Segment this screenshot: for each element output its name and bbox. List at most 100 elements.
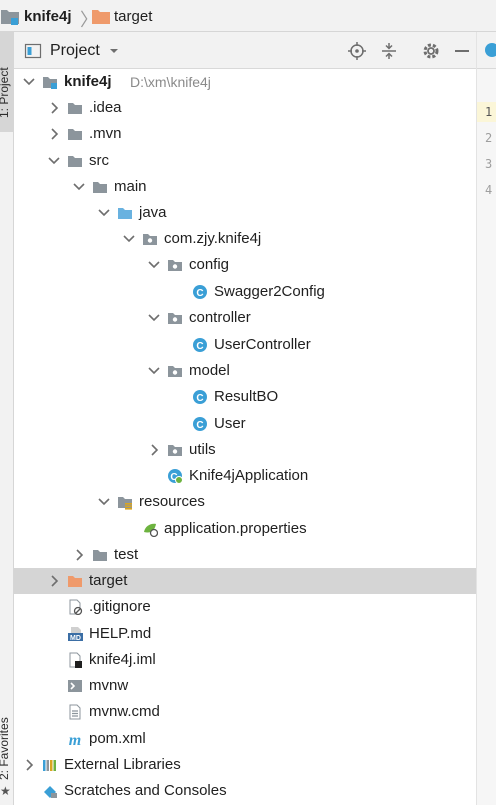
tree-row[interactable]: mvnw (14, 673, 476, 699)
chevron-down-icon[interactable] (22, 74, 36, 90)
tree-row[interactable]: m pom.xml (14, 726, 476, 752)
tree-row[interactable]: C Swagger2Config (14, 279, 476, 305)
chevron-right-icon[interactable] (47, 100, 61, 116)
tree-row[interactable]: C UserController (14, 332, 476, 358)
chevron-down-icon[interactable] (47, 153, 61, 169)
module-icon (1, 10, 19, 25)
chevron-down-icon[interactable] (147, 310, 161, 326)
tree-row[interactable]: config (14, 252, 476, 278)
tree-row[interactable]: resources (14, 489, 476, 515)
chevron-right-icon[interactable] (72, 547, 86, 563)
line-number: 3 (485, 157, 493, 171)
breadcrumb-target[interactable]: target (90, 0, 152, 32)
tree-row[interactable]: MD HELP.md (14, 621, 476, 647)
tree-row[interactable]: com.zjy.knife4j (14, 226, 476, 252)
tree-item-label: HELP.md (89, 625, 152, 642)
minimize-icon (455, 49, 469, 52)
tree-item-label: External Libraries (64, 756, 181, 773)
chevron-down-icon[interactable] (72, 179, 86, 195)
tree-row[interactable]: controller (14, 305, 476, 331)
tree-item-label: test (114, 546, 139, 563)
project-tool-tab-label: 1: Project (0, 67, 11, 118)
source-folder-icon (118, 208, 132, 219)
tree-item-label: mvnw (89, 677, 129, 694)
settings-button[interactable] (420, 32, 442, 69)
tree-item-label: ResultBO (214, 388, 279, 405)
tree-item-label: .idea (89, 99, 122, 116)
package-icon (168, 366, 182, 377)
chevron-down-icon[interactable] (97, 494, 111, 510)
tree-row[interactable]: test (14, 542, 476, 568)
module-folder-icon (43, 77, 57, 89)
folder-icon (93, 550, 107, 561)
left-tool-strip: 1: Project 2: Favorites ★ (0, 32, 14, 805)
chevron-down-icon (109, 48, 118, 53)
tree-row[interactable]: src (14, 148, 476, 174)
tree-row[interactable]: model (14, 358, 476, 384)
star-icon: ★ (0, 784, 11, 798)
chevron-right-icon[interactable] (147, 442, 161, 458)
tree-item-label: Scratches and Consoles (64, 782, 227, 799)
package-icon (168, 260, 182, 271)
tree-row[interactable]: knife4j.iml (14, 647, 476, 673)
tree-row[interactable]: utils (14, 437, 476, 463)
chevron-right-icon[interactable] (47, 573, 61, 589)
chevron-right-icon[interactable] (22, 757, 36, 773)
collapse-all-button[interactable] (378, 32, 400, 69)
svg-text:C: C (196, 393, 203, 404)
libraries-icon (43, 760, 56, 771)
tree-row[interactable]: mvnw.cmd (14, 699, 476, 725)
tree-item-label: main (114, 178, 147, 195)
folder-icon (68, 156, 82, 167)
tree-item-label: .mvn (89, 125, 122, 142)
editor-tab[interactable] (477, 32, 496, 69)
project-view-selector[interactable]: Project (24, 32, 120, 69)
chevron-down-icon[interactable] (122, 231, 136, 247)
tree-item-label: com.zjy.knife4j (164, 230, 262, 247)
tree-row[interactable]: knife4j D:\xm\knife4j (14, 69, 476, 95)
tree-row[interactable]: Scratches and Consoles (14, 778, 476, 804)
editor-tab-icon (485, 43, 496, 57)
tree-item-label: model (189, 362, 230, 379)
favorites-tool-tab[interactable]: 2: Favorites ★ (0, 702, 13, 802)
tree-row[interactable]: C ResultBO (14, 384, 476, 410)
chevron-down-icon[interactable] (147, 363, 161, 379)
tree-row[interactable]: External Libraries (14, 752, 476, 778)
breadcrumb-project-label: knife4j (24, 7, 72, 25)
tree-row[interactable]: .idea (14, 95, 476, 121)
breadcrumb-target-label: target (114, 7, 153, 25)
tree-item-label: User (214, 415, 246, 432)
tree-item-label: target (89, 572, 128, 589)
tree-row[interactable]: .gitignore (14, 594, 476, 620)
excluded-folder-icon (92, 10, 110, 24)
svg-text:C: C (196, 420, 203, 431)
tree-row[interactable]: C User (14, 411, 476, 437)
locate-button[interactable] (346, 32, 368, 69)
crosshair-icon (348, 41, 366, 60)
tree-item-label: config (189, 256, 230, 273)
class-icon: C (193, 285, 207, 299)
class-icon: C (193, 338, 207, 352)
tree-row[interactable]: java (14, 200, 476, 226)
maven-icon: m (69, 732, 81, 747)
shell-file-icon (68, 680, 82, 692)
scratches-icon (44, 786, 57, 798)
project-tool-tab[interactable]: 1: Project (0, 32, 13, 132)
package-icon (168, 445, 182, 456)
tree-row[interactable]: application.properties (14, 516, 476, 542)
hide-panel-button[interactable] (451, 32, 473, 69)
tree-row[interactable]: C Knife4jApplication (14, 463, 476, 489)
chevron-right-icon[interactable] (47, 126, 61, 142)
class-icon: C (193, 390, 207, 404)
chevron-down-icon[interactable] (97, 205, 111, 221)
chevron-down-icon[interactable] (147, 257, 161, 273)
tree-item-label: src (89, 152, 109, 169)
ignored-file-icon (69, 599, 83, 615)
tree-row[interactable]: .mvn (14, 121, 476, 147)
tree-row[interactable]: main (14, 174, 476, 200)
excluded-folder-icon (68, 576, 82, 587)
tree-row[interactable]: target (14, 568, 476, 594)
folder-icon (68, 103, 82, 114)
breadcrumb-project[interactable]: knife4j (0, 0, 72, 32)
svg-text:m: m (69, 732, 81, 747)
